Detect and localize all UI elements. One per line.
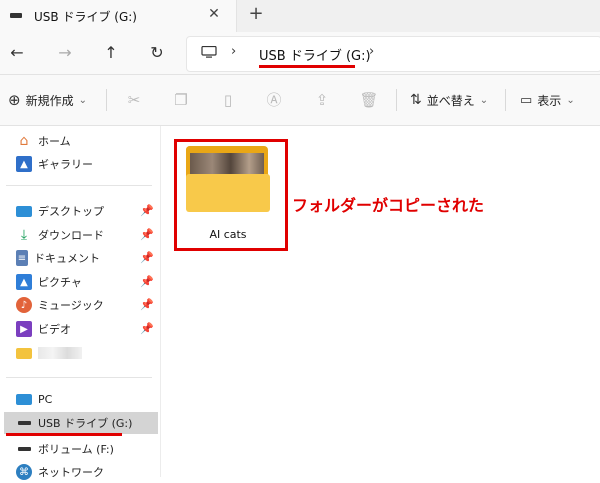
view-icon: ▭ xyxy=(520,92,533,108)
paste-button[interactable]: ▯ xyxy=(218,89,238,111)
sidebar-item-network[interactable]: ⌘ ネットワーク xyxy=(0,461,160,483)
chevron-down-icon: ⌄ xyxy=(479,94,489,106)
sidebar-item-gallery[interactable]: ▲ ギャラリー xyxy=(0,153,160,175)
pin-icon[interactable]: 📌 xyxy=(140,251,154,264)
sidebar-separator xyxy=(6,185,152,186)
rename-icon: Ⓐ xyxy=(266,91,282,109)
pin-icon[interactable]: 📌 xyxy=(140,228,154,241)
forward-button[interactable]: → xyxy=(54,42,76,64)
download-icon: ⤓ xyxy=(20,227,28,243)
pin-icon[interactable]: 📌 xyxy=(140,204,154,217)
drive-icon xyxy=(10,13,22,18)
close-icon[interactable]: ✕ xyxy=(206,6,222,22)
sidebar-item-desktop[interactable]: デスクトップ 📌 xyxy=(0,200,160,222)
chevron-down-icon: ⌄ xyxy=(78,94,87,106)
new-button[interactable]: ⊕ 新規作成 ⌄ xyxy=(8,89,87,111)
sidebar-item-documents[interactable]: ≡ ドキュメント 📌 xyxy=(0,247,160,269)
sidebar-item-videos[interactable]: ▶ ビデオ 📌 xyxy=(0,318,160,340)
sidebar-item-downloads[interactable]: ⤓ ダウンロード 📌 xyxy=(0,224,160,246)
view-label: 表示 xyxy=(537,93,562,108)
toolbar-separator xyxy=(396,89,397,111)
sidebar-separator xyxy=(6,377,152,378)
share-button[interactable]: ⇪ xyxy=(312,89,332,111)
pc-icon xyxy=(16,393,32,405)
breadcrumb-usb-drive[interactable]: USB ドライブ (G:) xyxy=(259,45,371,64)
drive-icon xyxy=(16,441,32,457)
sidebar-item-redacted-folder[interactable] xyxy=(0,342,160,364)
drive-icon xyxy=(16,415,32,431)
rename-button[interactable]: Ⓐ xyxy=(264,89,284,111)
sidebar-item-pc[interactable]: PC xyxy=(0,388,160,410)
toolbar-separator xyxy=(505,89,506,111)
sidebar-item-volume[interactable]: ボリューム (F:) xyxy=(0,438,160,460)
tab-bar: USB ドライブ (G:) ✕ + xyxy=(0,0,600,32)
new-tab-button[interactable]: + xyxy=(247,5,265,23)
music-icon: ♪ xyxy=(16,297,32,313)
video-icon: ▶ xyxy=(16,321,32,337)
back-button[interactable]: ← xyxy=(6,42,28,64)
toolbar-separator xyxy=(106,89,107,111)
tab-title: USB ドライブ (G:) xyxy=(34,10,137,24)
plus-circle-icon: ⊕ xyxy=(8,91,21,109)
delete-button[interactable]: 🗑 xyxy=(359,89,379,111)
pc-icon xyxy=(201,46,217,58)
home-icon: ⌂ xyxy=(19,133,29,149)
pictures-icon: ▲ xyxy=(16,274,32,290)
up-button[interactable]: ↑ xyxy=(100,42,122,64)
command-bar: ⊕ 新規作成 ⌄ ✂ ❐ ▯ Ⓐ ⇪ 🗑 ⇅ 並べ替え ⌄ ▭ 表示 ⌄ xyxy=(0,75,600,126)
cut-button[interactable]: ✂ xyxy=(124,89,144,111)
annotation-text: フォルダーがコピーされた xyxy=(292,196,485,215)
copy-icon: ❐ xyxy=(174,91,188,109)
gallery-icon: ▲ xyxy=(16,156,32,172)
sidebar-item-music[interactable]: ♪ ミュージック 📌 xyxy=(0,294,160,316)
sidebar-item-home[interactable]: ⌂ ホーム xyxy=(0,130,160,152)
breadcrumb-separator: › xyxy=(231,44,237,59)
folder-icon xyxy=(16,347,32,359)
sort-icon: ⇅ xyxy=(410,92,422,108)
copy-button[interactable]: ❐ xyxy=(171,89,191,111)
sort-button[interactable]: ⇅ 並べ替え ⌄ xyxy=(410,89,488,111)
pin-icon[interactable]: 📌 xyxy=(140,322,154,335)
trash-icon: 🗑 xyxy=(359,91,379,109)
highlight-underline xyxy=(259,65,355,68)
highlight-underline xyxy=(6,433,122,436)
refresh-button[interactable]: ↻ xyxy=(146,42,168,64)
document-icon: ≡ xyxy=(16,250,28,266)
clipboard-icon: ▯ xyxy=(223,91,233,109)
new-label: 新規作成 xyxy=(25,93,74,108)
chevron-down-icon: ⌄ xyxy=(566,94,575,106)
breadcrumb-separator[interactable]: › xyxy=(369,44,374,59)
pin-icon[interactable]: 📌 xyxy=(140,275,154,288)
desktop-icon xyxy=(16,205,32,217)
highlight-box xyxy=(174,139,288,251)
redacted-label xyxy=(38,347,82,359)
tab-usb-drive[interactable]: USB ドライブ (G:) ✕ xyxy=(0,0,237,32)
share-icon: ⇪ xyxy=(315,91,329,109)
scissors-icon: ✂ xyxy=(127,91,141,109)
sidebar-item-usb-drive[interactable]: USB ドライブ (G:) xyxy=(4,412,158,434)
address-bar[interactable]: › USB ドライブ (G:) › xyxy=(186,36,600,72)
sort-label: 並べ替え xyxy=(426,93,475,108)
sidebar-item-pictures[interactable]: ▲ ピクチャ 📌 xyxy=(0,271,160,293)
view-button[interactable]: ▭ 表示 ⌄ xyxy=(520,89,575,111)
navigation-bar: ← → ↑ ↻ › USB ドライブ (G:) › xyxy=(0,32,600,74)
network-icon: ⌘ xyxy=(16,464,32,480)
pin-icon[interactable]: 📌 xyxy=(140,298,154,311)
